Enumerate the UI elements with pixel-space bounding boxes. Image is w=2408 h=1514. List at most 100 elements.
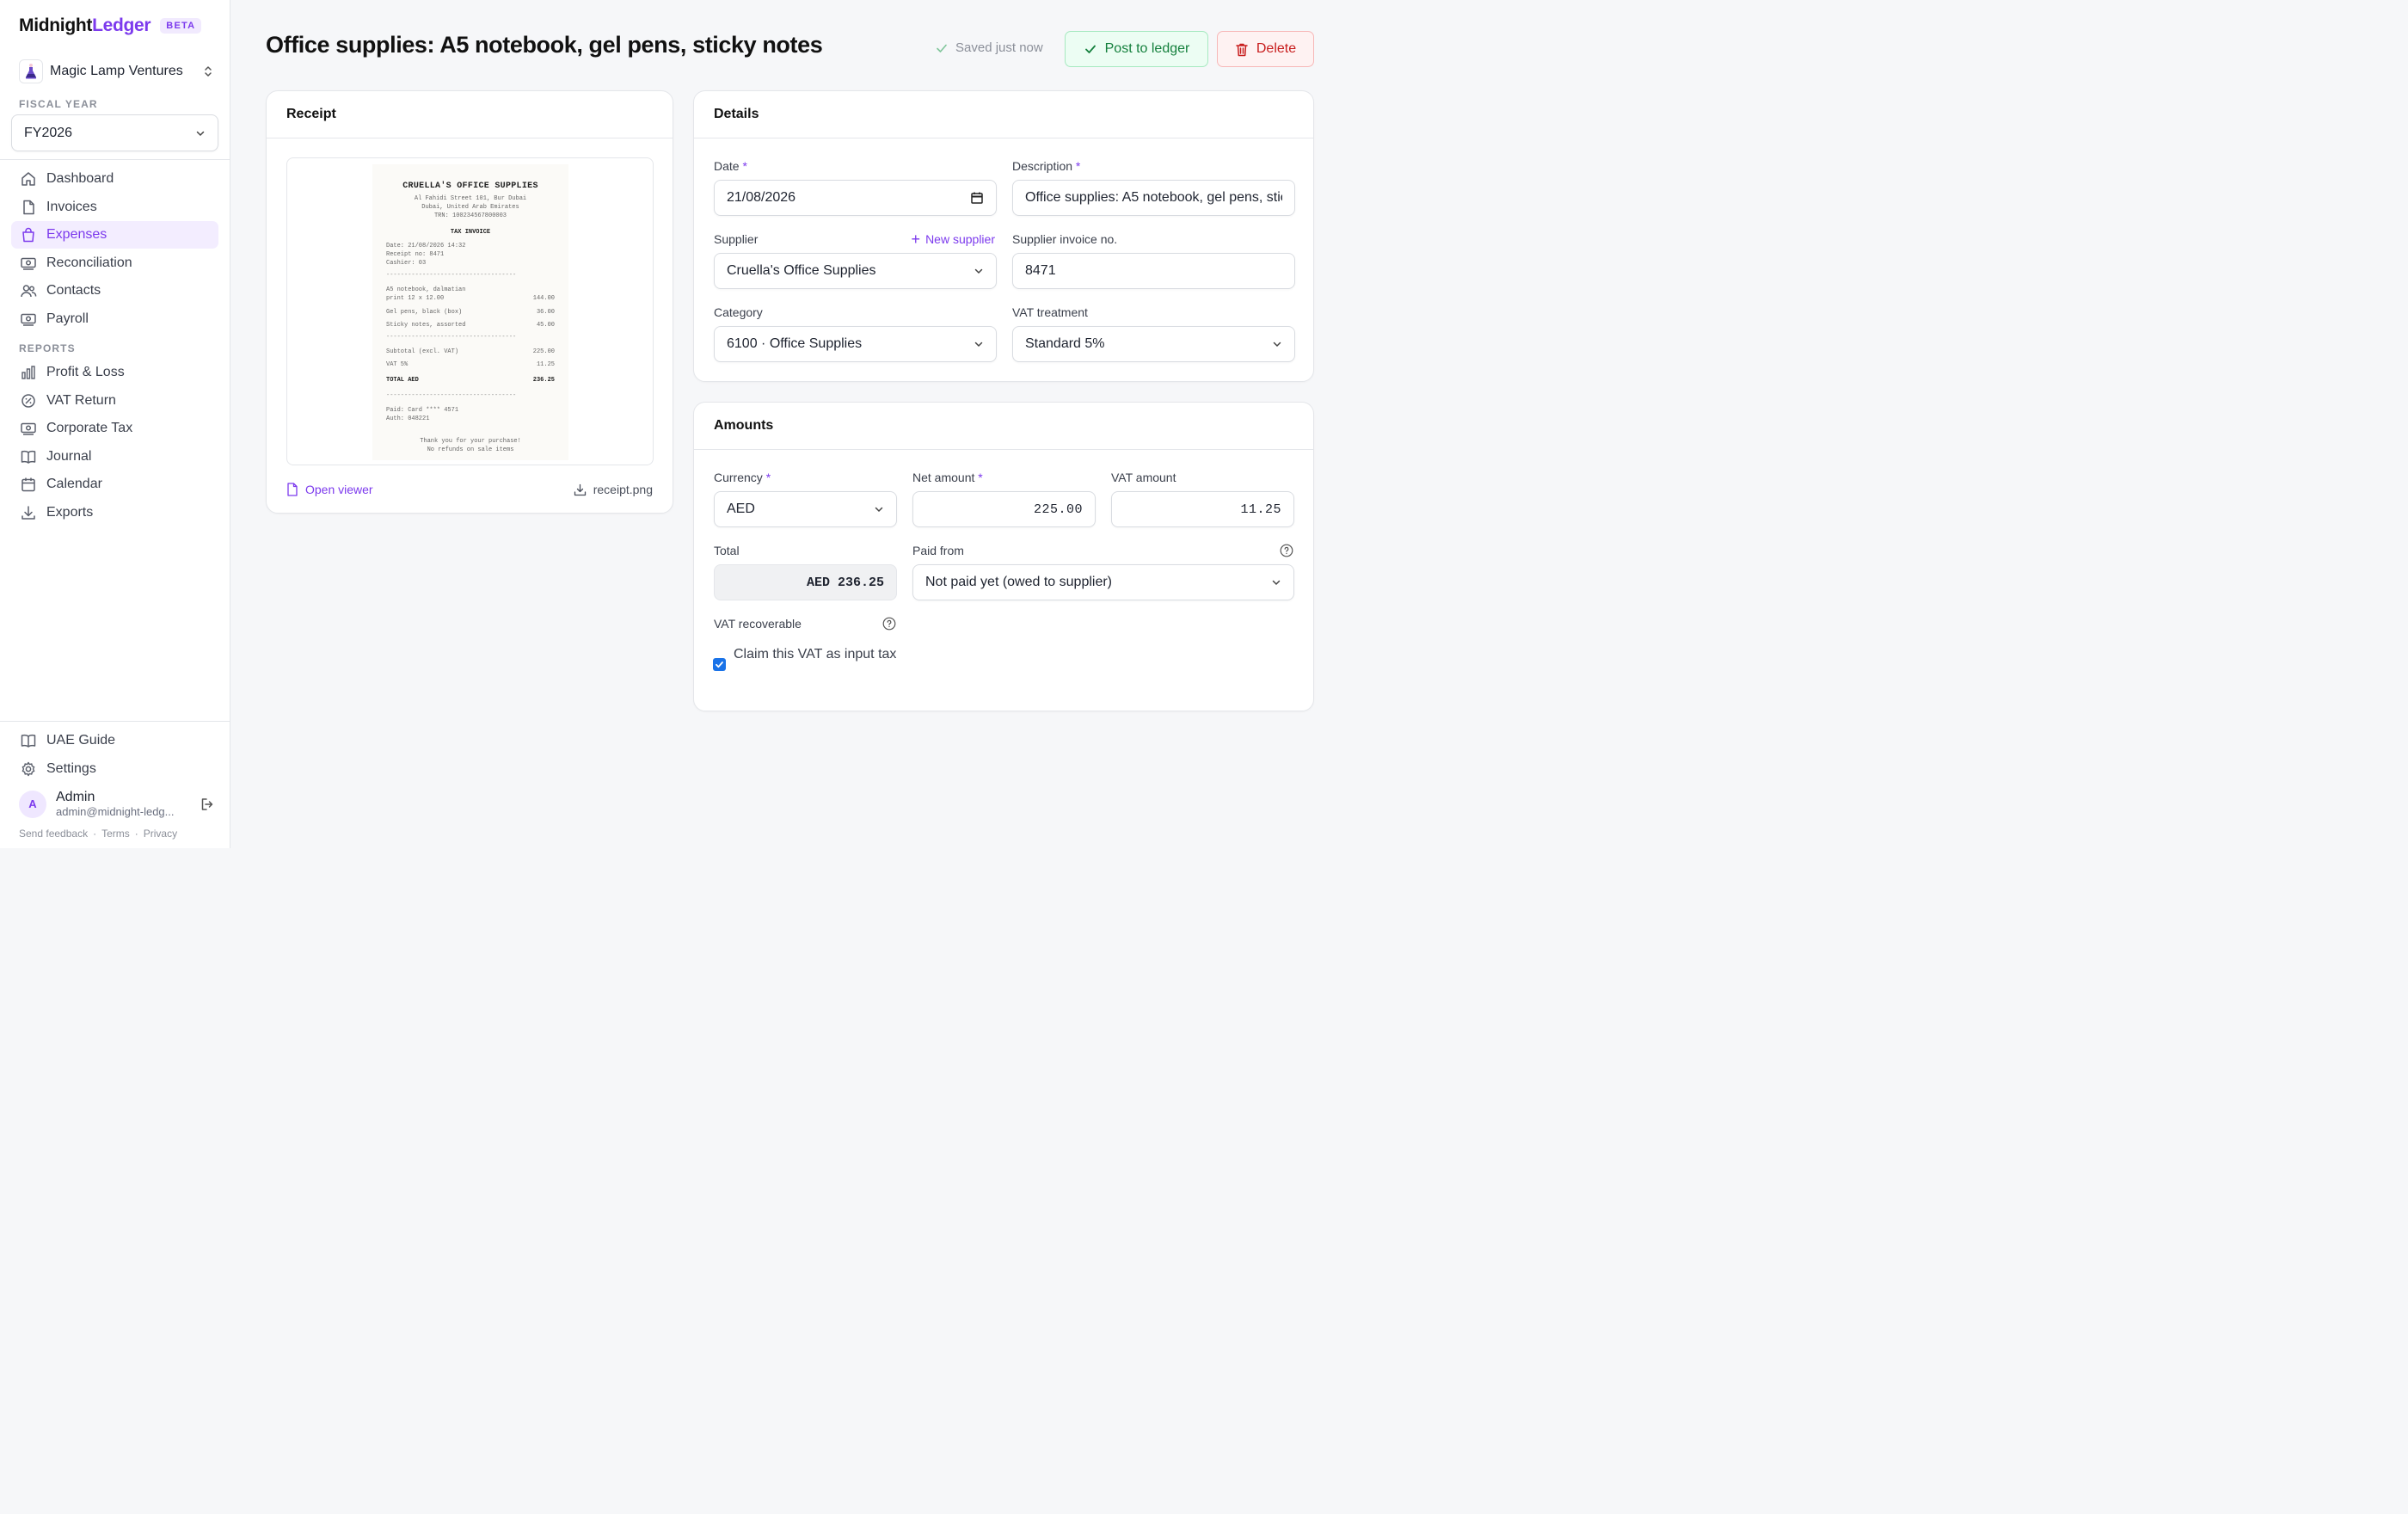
open-viewer-label: Open viewer [305,483,373,496]
delete-button[interactable]: Delete [1217,31,1314,67]
help-icon[interactable] [1280,544,1293,557]
fiscal-year-value: FY2026 [24,125,73,140]
sidebar-item-exports[interactable]: Exports [11,499,218,526]
chevron-down-icon [1272,580,1281,586]
fiscal-year-select[interactable]: FY2026 [11,114,218,151]
vat-treatment-select[interactable]: Standard 5% [1012,326,1295,362]
book-open-icon [20,448,37,465]
chevron-up-down-icon [205,66,212,77]
sidebar-item-dashboard[interactable]: Dashboard [11,165,218,193]
calendar-icon[interactable] [970,191,984,205]
send-feedback-link[interactable]: Send feedback [19,828,88,840]
new-supplier-label: New supplier [925,232,995,246]
open-viewer-link[interactable]: Open viewer [286,483,373,496]
shopping-bag-icon [20,226,37,243]
sidebar-item-settings[interactable]: Settings [11,755,218,783]
receipt-card-title: Receipt [267,91,673,138]
user-profile[interactable]: A Admin admin@midnight-ledg... [19,790,215,818]
sidebar-item-calendar[interactable]: Calendar [11,471,218,498]
new-supplier-link[interactable]: + New supplier [912,231,995,247]
description-value: Office supplies: A5 notebook, gel pens, … [1025,190,1282,205]
org-name: Magic Lamp Ventures [50,64,183,78]
total-field: AED 236.25 [714,564,897,600]
receipt-address-1: Al Fahidi Street 101, Bur Dubai [414,195,527,202]
home-icon [20,170,37,188]
download-receipt-link[interactable]: receipt.png [574,483,653,496]
org-switcher[interactable]: Magic Lamp Ventures [19,59,213,83]
receipt-line-item: print 12 x 12.00 [386,295,445,302]
supplier-invoice-label: Supplier invoice no. [1012,232,1118,246]
date-field[interactable]: 21/08/2026 [714,180,997,216]
sidebar-item-expenses[interactable]: Expenses [11,221,218,249]
receipt-refund-note: No refunds on sale items [427,446,514,453]
logout-icon[interactable] [200,797,215,812]
chevron-down-icon [1273,342,1281,348]
sidebar-item-vat-return[interactable]: VAT Return [11,387,218,415]
sidebar-item-label: Corporate Tax [46,421,133,435]
receipt-date: Date: 21/08/2026 14:32 [386,243,466,249]
total-label: Total [714,544,740,557]
fiscal-year-label: FISCAL YEAR [19,98,98,110]
receipt-auth: Auth: 048221 [386,415,430,422]
banknote-icon [20,255,37,272]
sidebar-item-payroll[interactable]: Payroll [11,305,218,333]
terms-link[interactable]: Terms [101,828,130,840]
calendar-icon [20,476,37,493]
paid-from-select[interactable]: Not paid yet (owed to supplier) [912,564,1294,600]
vat-amount-label: VAT amount [1111,471,1176,484]
sidebar-divider [0,159,230,160]
sidebar-item-reconciliation[interactable]: Reconciliation [11,249,218,277]
sidebar-item-label: Expenses [46,227,108,242]
supplier-label: Supplier [714,232,759,246]
currency-select[interactable]: AED [714,491,897,527]
receipt-cashier: Cashier: 03 [386,260,427,267]
beta-badge: BETA [160,18,202,34]
help-icon[interactable] [882,617,896,631]
saved-status: Saved just now [935,40,1043,55]
sidebar-item-contacts[interactable]: Contacts [11,277,218,305]
receipt-preview[interactable]: CRUELLA'S OFFICE SUPPLIES Al Fahidi Stre… [286,157,654,465]
banknote-icon [20,311,37,328]
receipt-subtotal-amount: 225.00 [532,348,555,355]
chevron-down-icon [974,342,983,348]
sidebar-item-invoices[interactable]: Invoices [11,194,218,221]
category-select[interactable]: 6100 · Office Supplies [714,326,997,362]
percent-badge-icon [20,392,37,409]
privacy-link[interactable]: Privacy [144,828,177,840]
sidebar-item-label: Profit & Loss [46,365,125,379]
supplier-select[interactable]: Cruella's Office Supplies [714,253,997,289]
document-icon [20,199,37,216]
vat-amount-field[interactable]: 11.25 [1111,491,1294,527]
sidebar-item-profit-loss[interactable]: Profit & Loss [11,359,218,386]
chevron-down-icon [875,507,883,513]
gear-icon [20,760,37,778]
currency-value: AED [727,502,755,516]
receipt-line-item: A5 notebook, dalmatian [386,286,466,293]
check-icon [1084,45,1096,53]
net-amount-field[interactable]: 225.00 [912,491,1096,527]
post-to-ledger-button[interactable]: Post to ledger [1065,31,1208,67]
description-field[interactable]: Office supplies: A5 notebook, gel pens, … [1012,180,1295,216]
supplier-invoice-value: 8471 [1025,263,1056,278]
amounts-card: Amounts Currency * AED Net amount * 225.… [693,402,1314,711]
sidebar-item-uae-guide[interactable]: UAE Guide [11,727,218,754]
sidebar-item-label: Journal [46,449,92,464]
receipt-vat-amount: 11.25 [536,361,555,368]
amounts-card-title: Amounts [694,403,1313,450]
claim-vat-checkbox[interactable] [713,658,726,671]
sidebar-item-label: Payroll [46,311,89,326]
vat-recoverable-label: VAT recoverable [714,617,802,631]
sidebar-item-corporate-tax[interactable]: Corporate Tax [11,415,218,442]
receipt-total-label: TOTAL AED [386,377,419,384]
claim-vat-label[interactable]: Claim this VAT as input tax [734,645,897,664]
receipt-line-item: Sticky notes, assorted [386,322,466,329]
brand[interactable]: MidnightLedger BETA [19,15,202,36]
receipt-line-item: Gel pens, black (box) [386,309,463,316]
sidebar-item-journal[interactable]: Journal [11,443,218,471]
details-card-title: Details [694,91,1313,138]
supplier-invoice-field[interactable]: 8471 [1012,253,1295,289]
receipt-thanks: Thank you for your purchase! [420,438,521,445]
user-name: Admin [56,790,95,804]
vat-treatment-value: Standard 5% [1025,336,1105,351]
plus-icon: + [911,231,921,248]
